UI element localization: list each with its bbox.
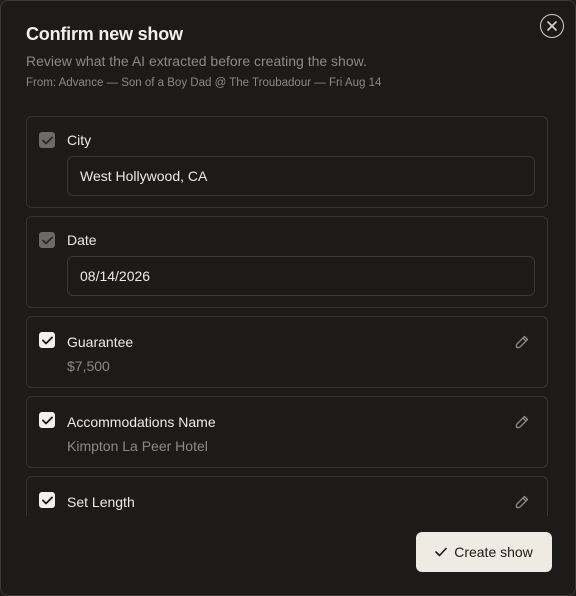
- accommodations-edit-button[interactable]: [514, 414, 530, 430]
- set-length-edit-button[interactable]: [514, 494, 530, 510]
- city-input[interactable]: [67, 156, 535, 196]
- dialog-title: Confirm new show: [26, 24, 183, 44]
- accommodations-checkbox[interactable]: [39, 412, 55, 428]
- check-icon: [41, 336, 53, 344]
- city-checkbox[interactable]: [39, 132, 55, 148]
- source-line: From: Advance — Son of a Boy Dad @ The T…: [26, 77, 382, 89]
- pencil-icon: [515, 335, 529, 349]
- set-length-label: Set Length: [67, 494, 135, 510]
- check-icon: [41, 136, 53, 144]
- pencil-icon: [515, 415, 529, 429]
- accommodations-label: Accommodations Name: [67, 414, 216, 430]
- guarantee-checkbox[interactable]: [39, 332, 55, 348]
- check-icon: [435, 547, 448, 557]
- field-city: City: [26, 116, 548, 208]
- close-button[interactable]: [540, 14, 564, 38]
- confirm-show-dialog: Confirm new show Review what the AI extr…: [0, 0, 576, 596]
- field-accommodations-name: Accommodations Name Kimpton La Peer Hote…: [26, 396, 548, 468]
- accommodations-value: Kimpton La Peer Hotel: [67, 438, 208, 454]
- city-label: City: [67, 132, 92, 148]
- create-show-button[interactable]: Create show: [416, 532, 552, 572]
- dialog-subtitle: Review what the AI extracted before crea…: [26, 53, 367, 69]
- date-label: Date: [67, 232, 97, 248]
- field-guarantee: Guarantee $7,500: [26, 316, 548, 388]
- check-icon: [41, 416, 53, 424]
- guarantee-edit-button[interactable]: [514, 334, 530, 350]
- field-list[interactable]: City Date Guarantee $7,500: [26, 116, 548, 516]
- set-length-checkbox[interactable]: [39, 492, 55, 508]
- guarantee-value: $7,500: [67, 358, 110, 374]
- pencil-icon: [515, 495, 529, 509]
- date-input[interactable]: [67, 256, 535, 296]
- create-show-label: Create show: [454, 544, 533, 560]
- field-set-length: Set Length: [26, 476, 548, 516]
- field-date: Date: [26, 216, 548, 308]
- close-icon: [547, 21, 557, 31]
- date-checkbox[interactable]: [39, 232, 55, 248]
- check-icon: [41, 236, 53, 244]
- guarantee-label: Guarantee: [67, 334, 134, 350]
- check-icon: [41, 496, 53, 504]
